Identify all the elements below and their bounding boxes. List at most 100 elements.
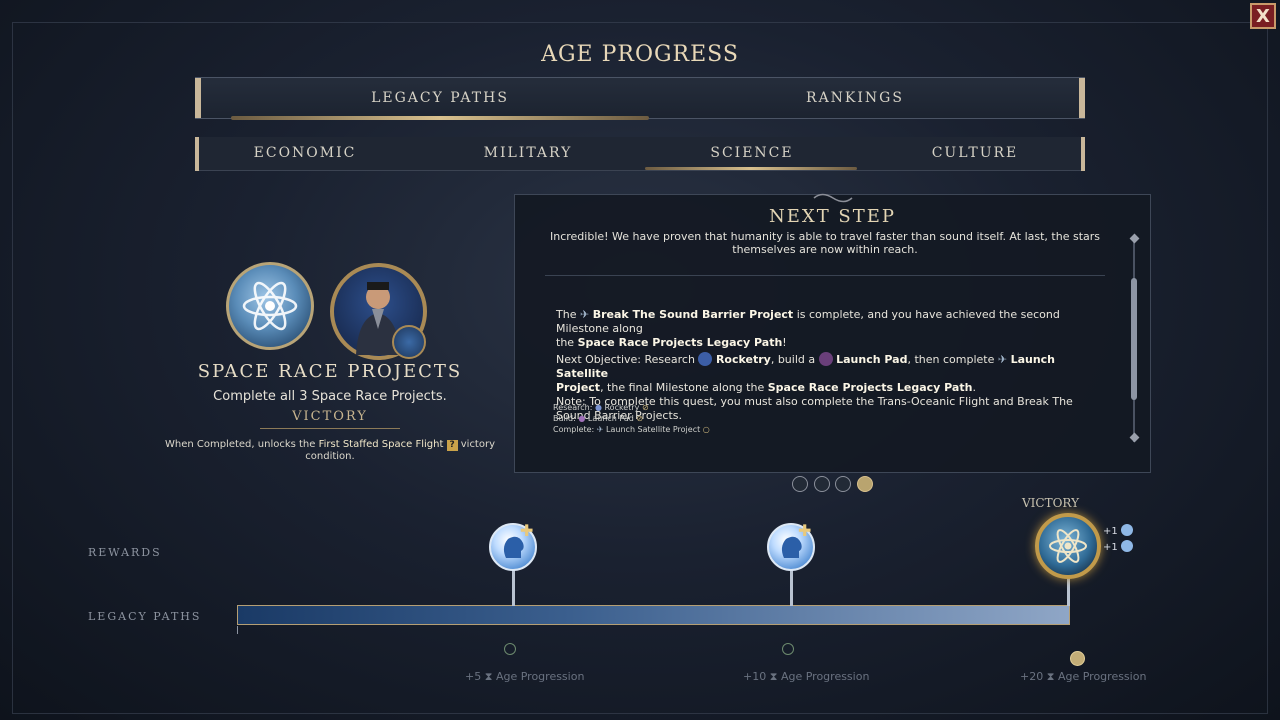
next-step-quote: Incredible! We have proven that humanity… — [545, 230, 1105, 256]
building-icon: ● — [578, 414, 586, 423]
hourglass-icon: ⧗ — [1046, 670, 1055, 683]
tab-military[interactable]: MILITARY — [417, 137, 639, 169]
p1-legacy-link[interactable]: Space Race Projects Legacy Path — [578, 336, 783, 349]
page-dot-2[interactable] — [814, 476, 830, 492]
tab-economic-label: ECONOMIC — [253, 145, 357, 161]
check-icon: ⊘ — [636, 414, 644, 423]
req-label: Build: — [553, 414, 576, 423]
p2-text-c: , build a — [770, 353, 819, 366]
p2-legacy-link[interactable]: Space Race Projects Legacy Path — [768, 381, 973, 394]
note-victory-link[interactable]: First Staffed Space Flight — [319, 439, 444, 450]
tab-culture[interactable]: CULTURE — [865, 137, 1085, 169]
victory-reward-2: +1 — [1103, 540, 1133, 556]
victory-reward-value: +1 — [1103, 526, 1118, 537]
req-label: Complete: — [553, 425, 595, 434]
milestone-progress-2: +10 ⧗ Age Progression — [743, 670, 869, 684]
panel-separator — [545, 275, 1105, 276]
requirements-list: Research: ● Rocketry ⊘ Build: ● Launch P… — [553, 402, 710, 435]
tab-science[interactable]: SCIENCE — [641, 137, 863, 169]
active-subtab-underline — [645, 167, 857, 170]
reward-stem-1 — [512, 570, 515, 606]
project-icon: ✈ — [579, 308, 590, 321]
paragraph-milestone: The ✈ Break The Sound Barrier Project is… — [556, 308, 1096, 350]
legacy-paths-row-label: LEGACY PATHS — [88, 610, 202, 623]
p1-project-link[interactable]: Break The Sound Barrier Project — [593, 308, 794, 321]
hourglass-icon: ⧗ — [484, 670, 493, 683]
p2-text-a: Next Objective: Research — [556, 353, 699, 366]
milestone-check-icon — [504, 643, 516, 655]
milestone-star-icon — [1070, 651, 1085, 666]
page-dot-4-active[interactable] — [857, 476, 873, 492]
tab-bar-right-cap — [1079, 78, 1085, 118]
empty-circle-icon: ○ — [702, 425, 710, 434]
milestone-points: +5 — [465, 670, 482, 683]
check-icon: ⊘ — [641, 403, 649, 412]
milestone-check-icon — [782, 643, 794, 655]
tab-rankings-label: RANKINGS — [806, 90, 904, 106]
milestone-progress-3: +20 ⧗ Age Progression — [1020, 670, 1146, 684]
p2-project-word: Project — [556, 381, 601, 394]
next-step-title: NEXT STEP — [768, 206, 897, 227]
tab-culture-label: CULTURE — [931, 145, 1019, 161]
paragraph-objective: Next Objective: Research Rocketry, build… — [556, 352, 1096, 395]
page-dot-3[interactable] — [835, 476, 851, 492]
science-legacy-medal — [226, 262, 314, 350]
bar-start-tick — [237, 626, 238, 634]
p1-text-a: The — [556, 308, 580, 321]
milestone-label: Age Progression — [1057, 670, 1147, 683]
victory-rewards: +1 +1 — [1103, 524, 1133, 556]
legacy-path-description: Complete all 3 Space Race Projects. — [213, 389, 447, 404]
legacy-victory-label: VICTORY — [292, 409, 368, 424]
victory-reward-1: +1 — [1103, 524, 1133, 540]
legacy-unlock-note: When Completed, unlocks the First Staffe… — [140, 439, 520, 462]
tab-military-label: MILITARY — [483, 145, 573, 161]
satellite-icon: ✈ — [997, 353, 1008, 366]
p2-rocketry-link[interactable]: Rocketry — [716, 353, 771, 366]
reward-plus-icon: ✚ — [798, 521, 812, 540]
req-label: Research: — [553, 403, 593, 412]
milestone-label: Age Progression — [495, 670, 585, 683]
tab-economic[interactable]: ECONOMIC — [195, 137, 415, 169]
victory-reward-value: +1 — [1103, 542, 1118, 553]
tab-rankings[interactable]: RANKINGS — [645, 78, 1065, 118]
milestone-points: +10 — [743, 670, 767, 683]
ornament-icon — [812, 188, 854, 203]
page-dot-1[interactable] — [792, 476, 808, 492]
requirement-complete: Complete: ✈ Launch Satellite Project ○ — [553, 424, 710, 435]
p1-text-d: the — [556, 336, 578, 349]
hourglass-icon: ⧗ — [769, 670, 778, 683]
help-icon[interactable]: ? — [446, 440, 458, 451]
tab-science-label: SCIENCE — [710, 145, 794, 161]
atom-icon — [242, 281, 298, 331]
scrollbar-thumb[interactable] — [1131, 278, 1137, 400]
atom-icon — [1049, 529, 1087, 563]
p1-text-f: ! — [782, 336, 787, 349]
victory-node-label: VICTORY — [1022, 496, 1080, 510]
legacy-path-name: SPACE RACE PROJECTS — [197, 361, 463, 382]
p2-text-e: , then complete — [907, 353, 998, 366]
category-tab-bar: ECONOMIC MILITARY SCIENCE CULTURE — [195, 137, 1085, 171]
satellite-icon: ✈ — [596, 425, 604, 434]
victory-node[interactable] — [1035, 513, 1101, 579]
req-item: Rocketry — [604, 403, 640, 412]
milestone-progress-1: +5 ⧗ Age Progression — [465, 670, 584, 684]
building-icon — [818, 352, 833, 366]
p2-text-j: . — [972, 381, 976, 394]
p2-launchpad-link[interactable]: Launch Pad — [836, 353, 907, 366]
tech-icon: ● — [594, 403, 602, 412]
legacy-progress-bar — [237, 605, 1070, 625]
tab-legacy-paths[interactable]: LEGACY PATHS — [195, 78, 685, 118]
science-point-icon — [1120, 540, 1133, 552]
science-badge-icon — [392, 325, 426, 359]
milestone-points: +20 — [1020, 670, 1044, 683]
tech-icon — [698, 352, 713, 366]
victory-divider — [260, 428, 400, 429]
reward-stem-2 — [790, 570, 793, 606]
main-tab-bar: LEGACY PATHS RANKINGS — [195, 77, 1085, 120]
requirement-build: Build: ● Launch Pad ⊘ — [553, 413, 710, 424]
req-item: Launch Satellite Project — [606, 425, 701, 434]
active-tab-underline — [231, 116, 649, 120]
reward-plus-icon: ✚ — [520, 521, 534, 540]
close-button[interactable]: X — [1250, 3, 1276, 29]
req-item: Launch Pad — [587, 414, 634, 423]
